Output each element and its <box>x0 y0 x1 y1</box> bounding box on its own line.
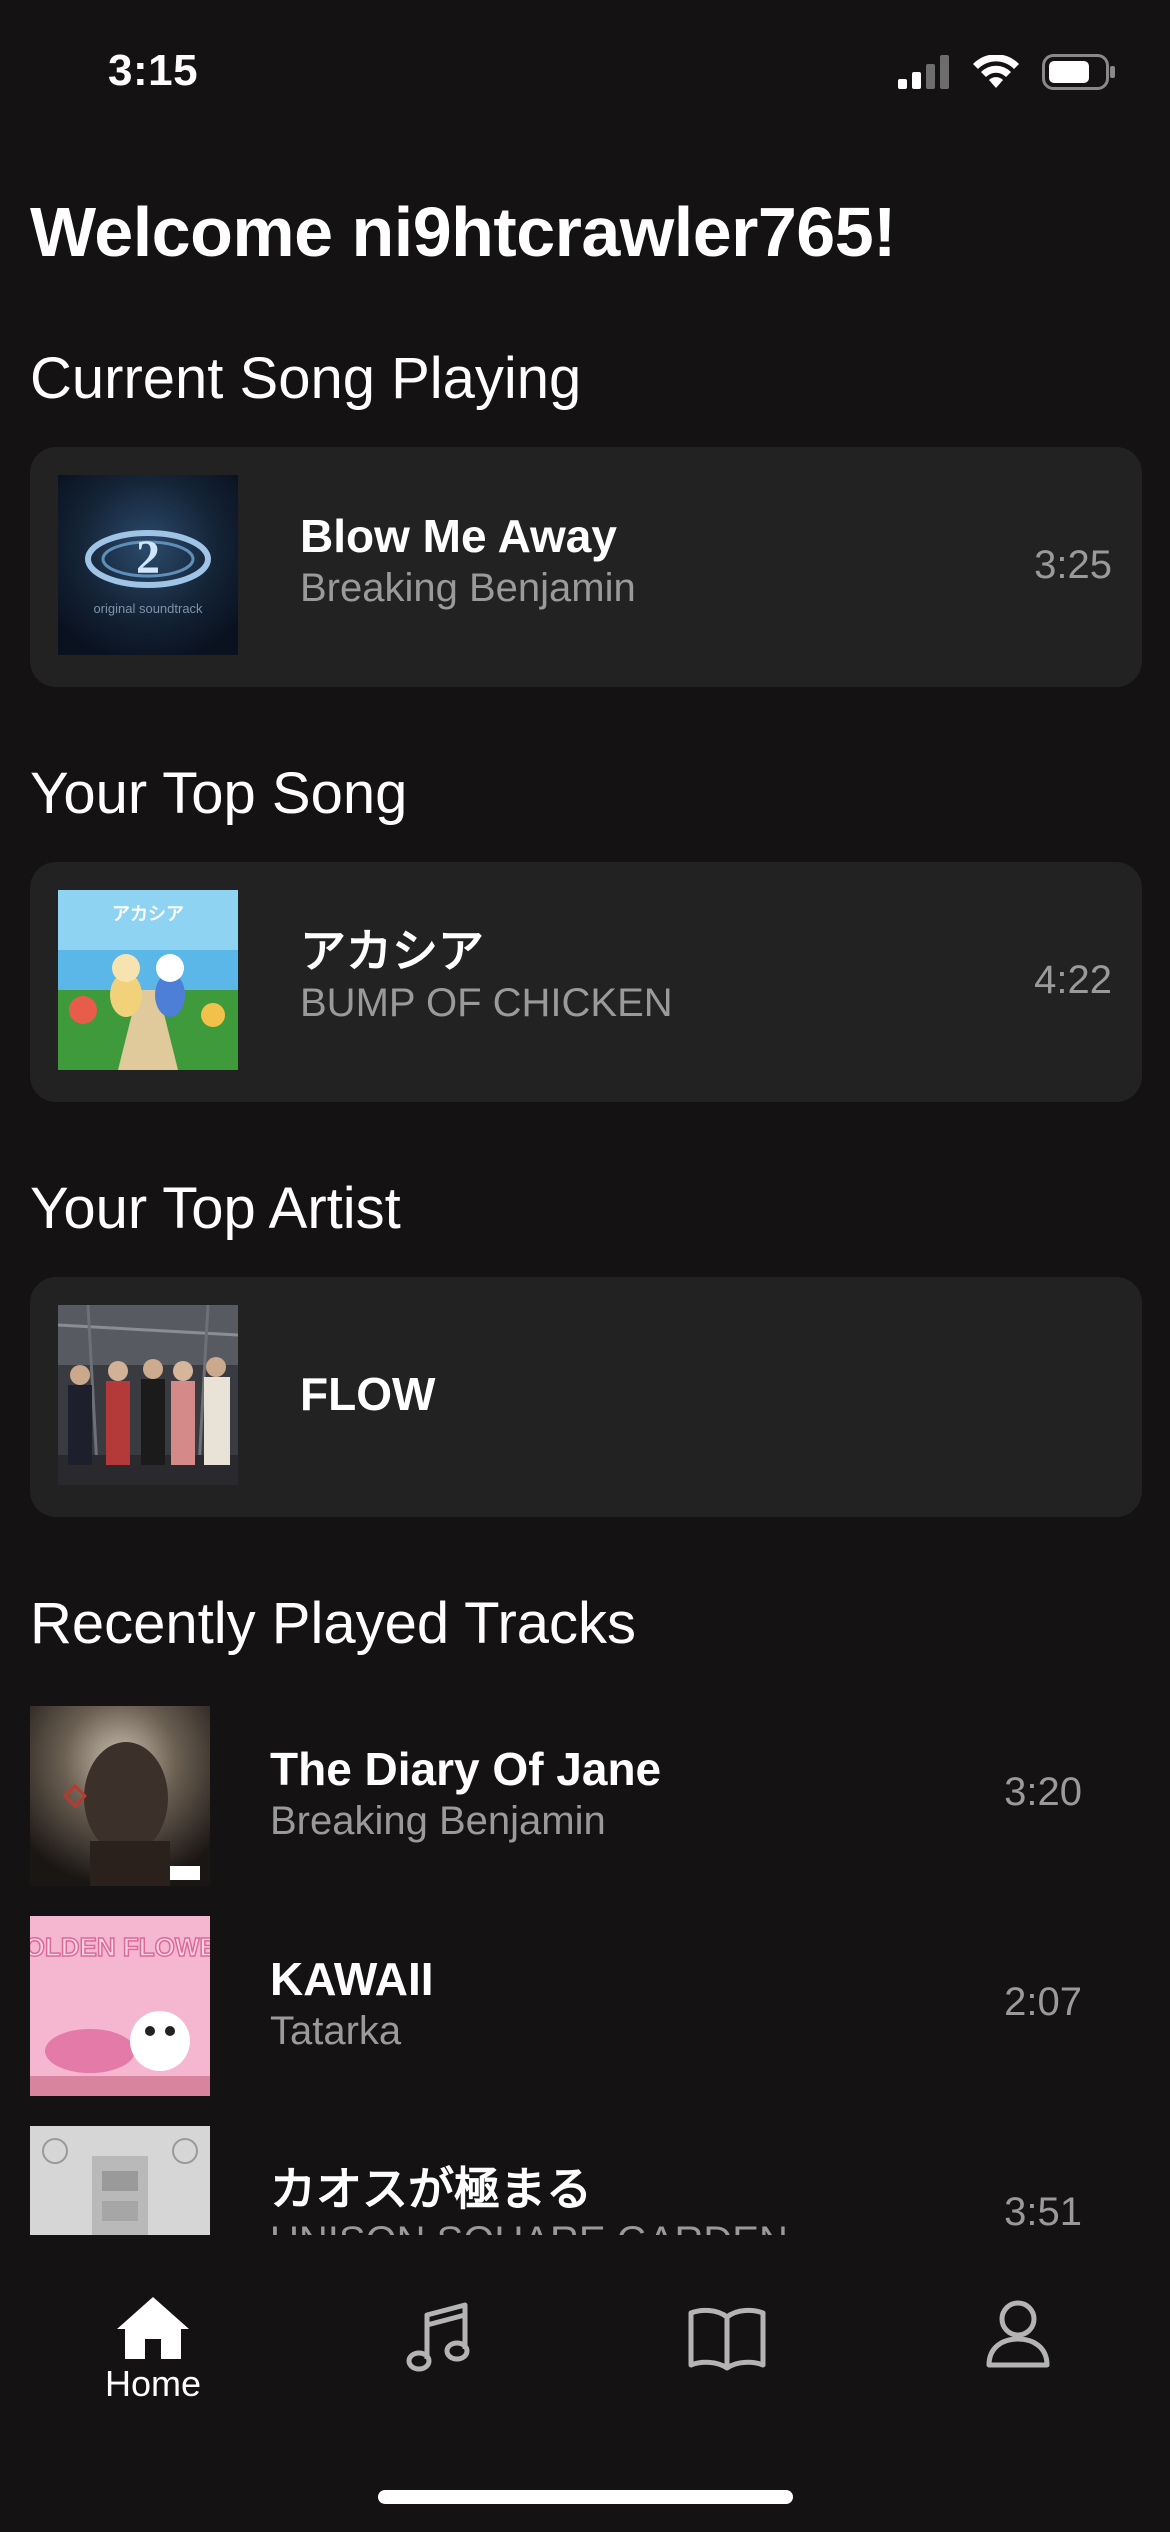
top-artist-photo <box>58 1305 238 1485</box>
recent-track-title: カオスが極まる <box>270 2163 592 2215</box>
svg-text:GOLDEN FLOWER: GOLDEN FLOWER <box>30 1932 210 1962</box>
status-bar: 3:15 <box>0 0 1170 130</box>
recent-track-duration: 3:51 <box>1004 2190 1082 2234</box>
section-title-recently-played: Recently Played Tracks <box>30 1591 637 1656</box>
recent-track-title: The Diary Of Jane <box>270 1743 662 1795</box>
book-icon <box>688 2307 766 2371</box>
top-artist-card[interactable]: FLOW <box>30 1277 1142 1517</box>
status-time: 3:15 <box>108 46 199 95</box>
recent-track-text: カオスが極まる UNISON SQUARE GARDEN <box>270 2162 788 2235</box>
house-icon <box>117 2297 189 2359</box>
tab-library[interactable] <box>637 2295 817 2371</box>
current-song-title: Blow Me Away <box>300 510 617 562</box>
section-title-top-artist: Your Top Artist <box>30 1176 401 1241</box>
top-artist-text: FLOW <box>300 1367 435 1421</box>
recent-track-text: KAWAII Tatarka <box>270 1952 434 2056</box>
recent-track-row[interactable]: カオスが極まる UNISON SQUARE GARDEN 3:51 <box>30 2126 1142 2235</box>
svg-text:2: 2 <box>136 531 160 584</box>
tab-profile[interactable] <box>928 2295 1108 2369</box>
recent-track-album-art: GOLDEN FLOWER <box>30 1916 210 2096</box>
current-song-card[interactable]: 2 original soundtrack Blow Me Away Break… <box>30 447 1142 687</box>
cellular-signal-icon <box>898 55 949 89</box>
top-song-duration: 4:22 <box>1034 958 1112 1002</box>
tab-music[interactable] <box>350 2295 530 2377</box>
recent-track-duration: 3:20 <box>1004 1770 1082 1814</box>
top-artist-name: FLOW <box>300 1368 436 1420</box>
battery-icon <box>1042 54 1115 90</box>
tab-home-label: Home <box>104 2363 202 2404</box>
recent-track-title: KAWAII <box>270 1953 434 2005</box>
welcome-heading: Welcome ni9htcrawler765! <box>30 193 896 271</box>
current-song-album-art: 2 original soundtrack <box>58 475 238 655</box>
recent-track-album-art <box>30 2126 210 2235</box>
recent-track-artist: UNISON SQUARE GARDEN <box>270 2216 788 2235</box>
recent-track-artist: Tatarka <box>270 2009 402 2053</box>
svg-text:original soundtrack: original soundtrack <box>93 601 203 616</box>
recent-track-text: The Diary Of Jane Breaking Benjamin <box>270 1742 661 1846</box>
recent-track-album-art <box>30 1706 210 1886</box>
section-title-current-song: Current Song Playing <box>30 346 582 411</box>
tab-home[interactable]: Home <box>63 2295 243 2405</box>
top-song-artist: BUMP OF CHICKEN <box>300 981 673 1025</box>
recent-track-duration: 2:07 <box>1004 1980 1082 2024</box>
status-icons <box>898 54 1116 90</box>
top-song-album-art: アカシア <box>58 890 238 1070</box>
recent-track-row[interactable]: The Diary Of Jane Breaking Benjamin 3:20 <box>30 1706 1142 1886</box>
home-scroll-content[interactable]: Welcome ni9htcrawler765! Current Song Pl… <box>0 130 1170 2235</box>
tab-bar: Home <box>0 2235 1170 2532</box>
current-song-duration: 3:25 <box>1034 543 1112 587</box>
recent-track-row[interactable]: GOLDEN FLOWER KAWAII Tatarka 2:07 <box>30 1916 1142 2096</box>
top-song-title: アカシア <box>300 925 484 977</box>
current-song-artist: Breaking Benjamin <box>300 566 636 610</box>
person-icon <box>986 2300 1050 2368</box>
current-song-text: Blow Me Away Breaking Benjamin <box>300 509 636 613</box>
svg-text:アカシア: アカシア <box>112 904 184 924</box>
music-note-icon <box>406 2302 470 2372</box>
recent-track-artist: Breaking Benjamin <box>270 1799 606 1843</box>
home-indicator[interactable] <box>378 2490 793 2504</box>
wifi-icon <box>973 55 1019 88</box>
top-song-card[interactable]: アカシア アカシア BUMP OF CHICKEN 4:22 <box>30 862 1142 1102</box>
top-song-text: アカシア BUMP OF CHICKEN <box>300 924 673 1028</box>
section-title-top-song: Your Top Song <box>30 761 408 826</box>
